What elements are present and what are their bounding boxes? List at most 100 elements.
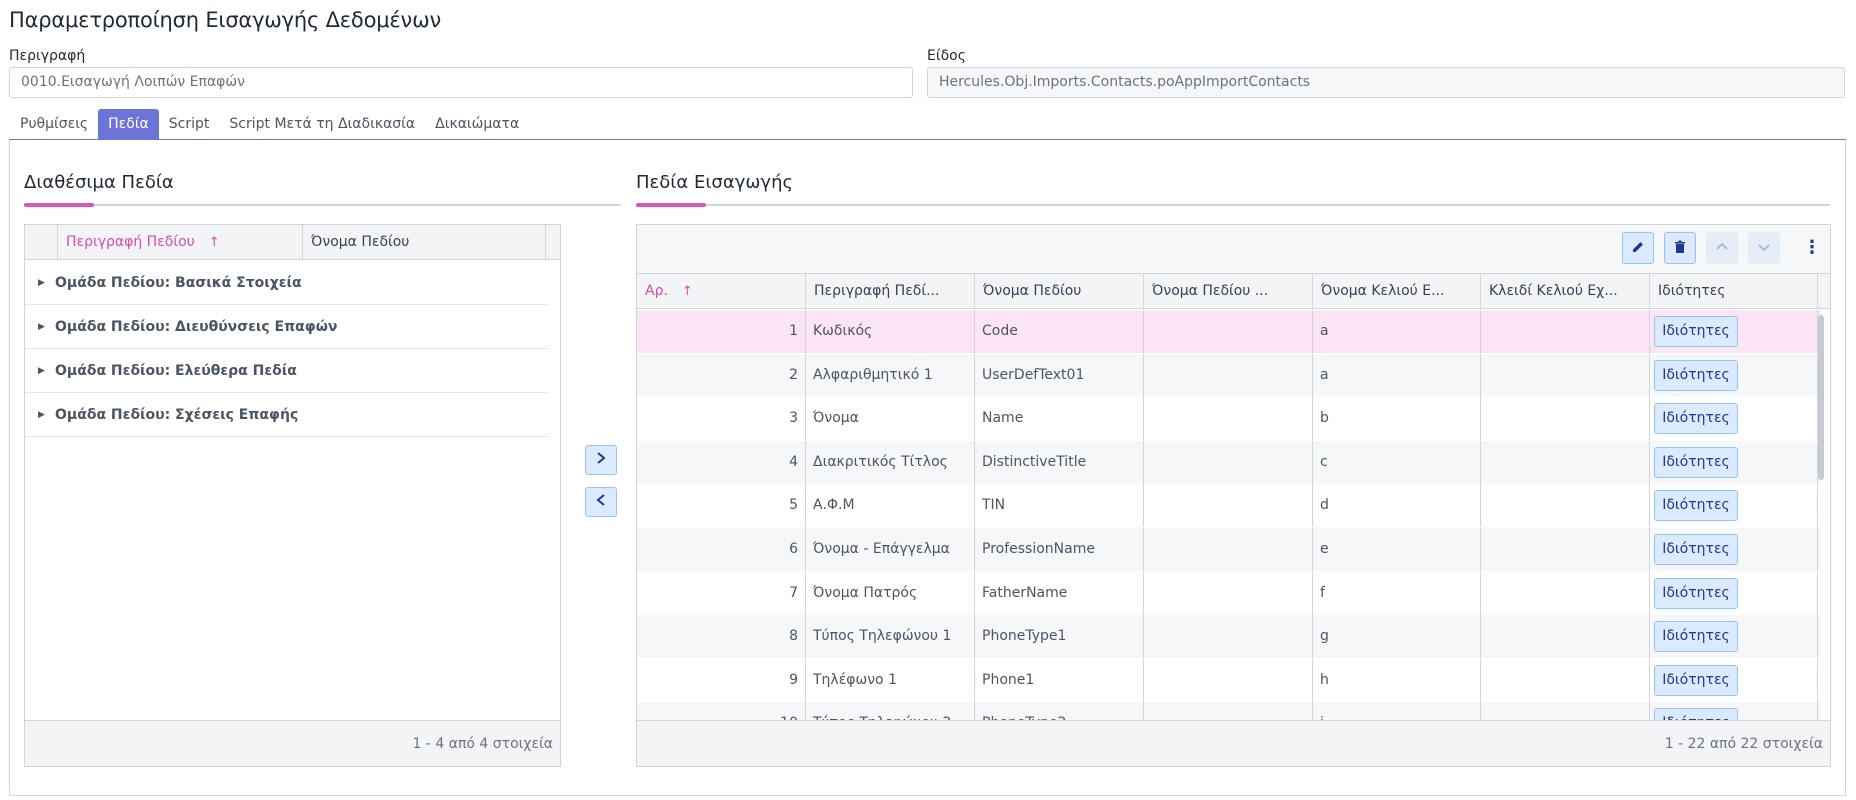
row-cell-key bbox=[1481, 484, 1650, 528]
properties-button[interactable]: Ιδιότητες bbox=[1654, 708, 1738, 720]
row-cell-name: a bbox=[1313, 310, 1481, 353]
row-field-name: TIN bbox=[975, 484, 1144, 528]
available-fields-divider bbox=[24, 204, 621, 206]
row-number: 8 bbox=[637, 615, 806, 659]
row-number: 7 bbox=[637, 571, 806, 615]
column-header-field-name[interactable]: Όνομα Πεδίου bbox=[975, 274, 1144, 309]
delete-icon bbox=[1675, 240, 1685, 253]
description-field[interactable]: 0010.Εισαγωγή Λοιπών Επαφών bbox=[9, 67, 913, 98]
properties-button[interactable]: Ιδιότητες bbox=[1654, 577, 1738, 609]
row-field-name: PhoneType2 bbox=[975, 702, 1144, 720]
header-spacer bbox=[25, 225, 58, 260]
row-properties-cell: Ιδιότητες bbox=[1650, 440, 1818, 484]
properties-button[interactable]: Ιδιότητες bbox=[1654, 490, 1738, 522]
expand-caret-icon[interactable]: ▶ bbox=[38, 305, 45, 349]
row-field-description: Διακριτικός Τίτλος bbox=[806, 440, 975, 484]
table-row[interactable]: 9 Τηλέφωνο 1 Phone1 h Ιδιότητες bbox=[637, 658, 1821, 702]
remove-field-button[interactable] bbox=[585, 487, 617, 517]
column-header-label: Αρ. bbox=[645, 283, 668, 299]
row-field-name: UserDefText01 bbox=[975, 353, 1144, 397]
row-properties-cell: Ιδιότητες bbox=[1650, 310, 1818, 353]
row-cell-name: d bbox=[1313, 484, 1481, 528]
table-row[interactable]: 4 Διακριτικός Τίτλος DistinctiveTitle c Ιδιό… bbox=[637, 440, 1821, 484]
table-row[interactable]: 1 Κωδικός Code a Ιδιότητες bbox=[637, 310, 1821, 353]
import-fields-accent bbox=[636, 203, 706, 207]
more-vertical-icon[interactable]: ⋮ bbox=[1802, 232, 1822, 264]
row-field-description: Τύπος Τηλεφώνου 2 bbox=[806, 702, 975, 720]
move-up-button[interactable] bbox=[1706, 232, 1738, 264]
properties-button[interactable]: Ιδιότητες bbox=[1654, 534, 1738, 565]
table-row[interactable]: 2 Αλφαριθμητικό 1 UserDefText01 a Ιδιότητες bbox=[637, 353, 1821, 397]
row-field-description: Όνομα bbox=[806, 397, 975, 441]
properties-button[interactable]: Ιδιότητες bbox=[1654, 403, 1738, 435]
expand-caret-icon[interactable]: ▶ bbox=[38, 349, 45, 393]
row-field-name: Code bbox=[975, 310, 1144, 353]
import-fields-divider bbox=[636, 204, 1830, 206]
column-header-field-description[interactable]: Περιγραφή Πεδί... bbox=[806, 274, 975, 309]
move-down-button[interactable] bbox=[1748, 232, 1780, 264]
edit-icon bbox=[1633, 242, 1643, 252]
table-row[interactable]: 5 Α.Φ.Μ TIN d Ιδιότητες bbox=[637, 484, 1821, 528]
column-header-cell-name[interactable]: Όνομα Κελιού Ε... bbox=[1313, 274, 1481, 309]
grid-pager-info: 1 - 4 από 4 στοιχεία bbox=[25, 720, 560, 766]
edit-button[interactable] bbox=[1622, 232, 1654, 264]
group-row[interactable]: ▶ Ομάδα Πεδίου: Διευθύνσεις Επαφών bbox=[25, 305, 549, 349]
row-properties-cell: Ιδιότητες bbox=[1650, 397, 1818, 441]
column-header-properties[interactable]: Ιδιότητες bbox=[1650, 274, 1818, 309]
properties-button[interactable]: Ιδιότητες bbox=[1654, 316, 1738, 347]
row-field-name-2 bbox=[1144, 702, 1313, 720]
available-fields-title: Διαθέσιμα Πεδία bbox=[24, 172, 174, 193]
row-field-name-2 bbox=[1144, 484, 1313, 528]
expand-caret-icon[interactable]: ▶ bbox=[38, 261, 45, 305]
row-field-name: Name bbox=[975, 397, 1144, 441]
sort-ascending-icon: ↑ bbox=[208, 235, 220, 250]
import-fields-grid: ⋮ Αρ. ↑ Περιγραφή Πεδί... Όνομα Πεδίου Όν… bbox=[636, 224, 1831, 767]
tab-script[interactable]: Script bbox=[159, 109, 220, 139]
properties-button[interactable]: Ιδιότητες bbox=[1654, 446, 1738, 478]
column-header-field-name-2[interactable]: Όνομα Πεδίου ... bbox=[1144, 274, 1313, 309]
properties-button[interactable]: Ιδιότητες bbox=[1654, 621, 1738, 653]
expand-caret-icon[interactable]: ▶ bbox=[38, 393, 45, 437]
tab-bar: Ρυθμίσεις Πεδία Script Script Μετά τη Δι… bbox=[10, 109, 529, 139]
table-row[interactable]: 7 Όνομα Πατρός FatherName f Ιδιότητες bbox=[637, 571, 1821, 615]
table-row[interactable]: 3 Όνομα Name b Ιδιότητες bbox=[637, 397, 1821, 441]
column-header-field-description[interactable]: Περιγραφή Πεδίου ↑ bbox=[58, 225, 303, 260]
properties-button[interactable]: Ιδιότητες bbox=[1654, 359, 1738, 391]
group-row[interactable]: ▶ Ομάδα Πεδίου: Βασικά Στοιχεία bbox=[25, 261, 549, 305]
row-properties-cell: Ιδιότητες bbox=[1650, 353, 1818, 397]
type-field: Hercules.Obj.Imports.Contacts.poAppImpor… bbox=[927, 67, 1845, 98]
table-row[interactable]: 10Τύπος Τηλεφώνου 2PhoneType2 i Ιδιότητες bbox=[637, 702, 1821, 720]
description-label: Περιγραφή bbox=[9, 48, 86, 64]
row-properties-cell: Ιδιότητες bbox=[1650, 484, 1818, 528]
grid-header: Περιγραφή Πεδίου ↑ Όνομα Πεδίου bbox=[25, 225, 560, 260]
row-field-description: Όνομα - Επάγγελμα bbox=[806, 528, 975, 571]
table-row[interactable]: 6 Όνομα - Επάγγελμα ProfessionName e Ιδιότητ… bbox=[637, 528, 1821, 571]
table-row[interactable]: 8 Τύπος Τηλεφώνου 1 PhoneType1 g Ιδιότητες bbox=[637, 615, 1821, 659]
add-field-button[interactable] bbox=[585, 445, 617, 475]
type-label: Είδος bbox=[927, 48, 966, 64]
row-field-name-2 bbox=[1144, 397, 1313, 441]
tab-fields[interactable]: Πεδία bbox=[98, 109, 159, 139]
row-number: 4 bbox=[637, 440, 806, 484]
group-row[interactable]: ▶ Ομάδα Πεδίου: Ελεύθερα Πεδία bbox=[25, 349, 549, 393]
row-cell-key bbox=[1481, 702, 1650, 720]
group-label: Ομάδα Πεδίου: Διευθύνσεις Επαφών bbox=[55, 319, 338, 335]
row-field-name-2 bbox=[1144, 353, 1313, 397]
tab-post-script[interactable]: Script Μετά τη Διαδικασία bbox=[219, 109, 425, 139]
vertical-scrollbar[interactable] bbox=[1818, 315, 1824, 480]
row-cell-name: g bbox=[1313, 615, 1481, 659]
properties-button[interactable]: Ιδιότητες bbox=[1654, 664, 1738, 696]
sort-ascending-icon: ↑ bbox=[681, 284, 693, 299]
column-header-number[interactable]: Αρ. ↑ bbox=[637, 274, 806, 309]
delete-button[interactable] bbox=[1664, 232, 1696, 264]
tab-permissions[interactable]: Δικαιώματα bbox=[425, 109, 529, 139]
column-header-field-name[interactable]: Όνομα Πεδίου bbox=[303, 225, 546, 260]
row-number: 1 bbox=[637, 310, 806, 353]
group-row[interactable]: ▶ Ομάδα Πεδίου: Σχέσεις Επαφής bbox=[25, 393, 549, 437]
row-cell-name: h bbox=[1313, 658, 1481, 702]
tab-settings[interactable]: Ρυθμίσεις bbox=[10, 109, 98, 139]
row-field-name: DistinctiveTitle bbox=[975, 440, 1144, 484]
chevron-left-icon bbox=[596, 494, 605, 506]
column-header-cell-key[interactable]: Κλειδί Κελιού Εχ... bbox=[1481, 274, 1650, 309]
row-field-description: Όνομα Πατρός bbox=[806, 571, 975, 615]
